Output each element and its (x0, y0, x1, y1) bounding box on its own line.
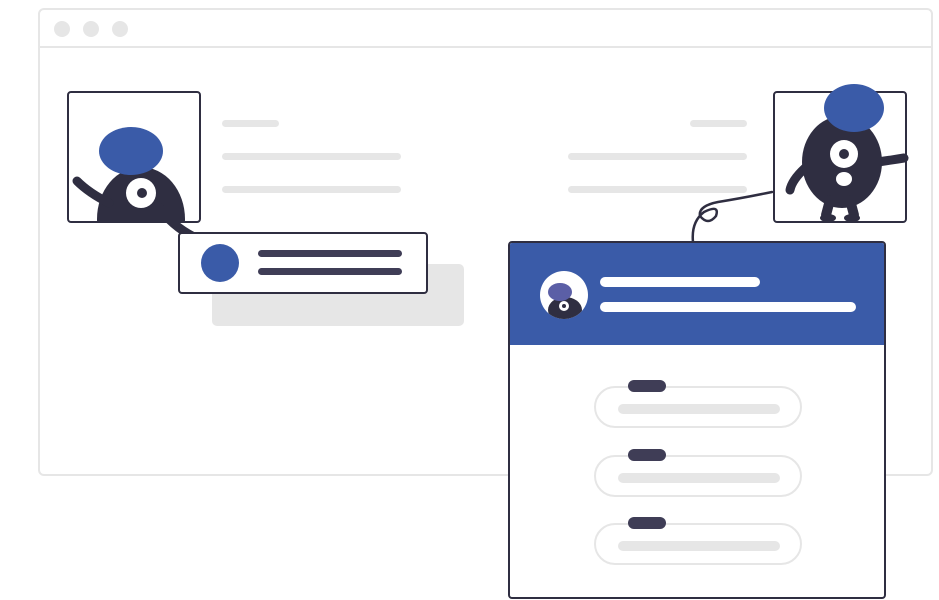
option-tag (628, 517, 666, 529)
placeholder-heading-line (222, 120, 279, 127)
message-line (258, 268, 402, 275)
browser-title-bar (40, 10, 931, 48)
option-item[interactable] (594, 386, 802, 428)
blue-circle-avatar-icon (201, 244, 239, 282)
window-dot-icon[interactable] (54, 21, 70, 37)
option-item[interactable] (594, 455, 802, 497)
window-dot-icon[interactable] (112, 21, 128, 37)
option-item[interactable] (594, 523, 802, 565)
monster-avatar-icon (540, 271, 588, 319)
option-tag (628, 380, 666, 392)
message-line (258, 250, 402, 257)
selection-panel (508, 241, 886, 599)
window-dot-icon[interactable] (83, 21, 99, 37)
message-card[interactable] (178, 232, 428, 294)
option-tag (628, 449, 666, 461)
placeholder-text-line (222, 186, 401, 193)
option-line (618, 541, 780, 551)
panel-title-line (600, 277, 760, 287)
panel-subtitle-line (600, 302, 856, 312)
string-connector (691, 190, 774, 244)
placeholder-heading-line (690, 120, 747, 127)
option-line (618, 473, 780, 483)
placeholder-text-line (568, 153, 747, 160)
option-line (618, 404, 780, 414)
placeholder-text-line (222, 153, 401, 160)
panel-header (510, 243, 884, 345)
